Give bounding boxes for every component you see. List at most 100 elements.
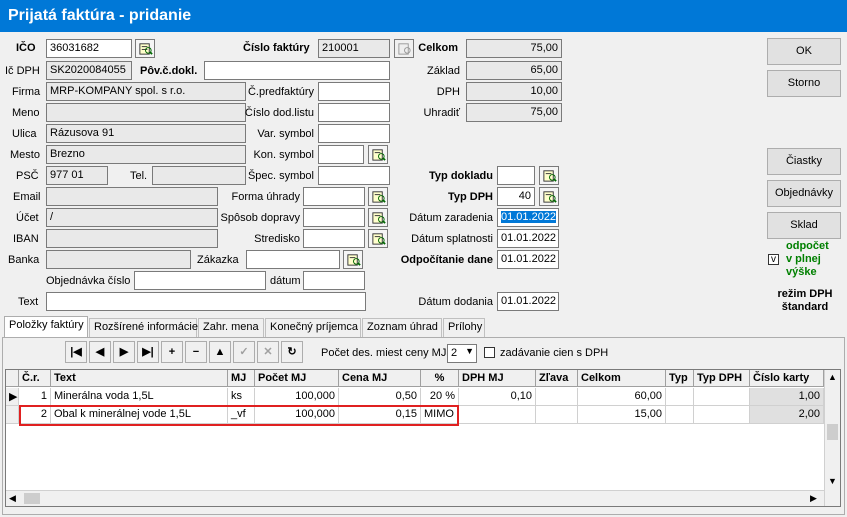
objednavky-button[interactable]: Objednávky bbox=[767, 180, 841, 207]
banka-field[interactable] bbox=[46, 250, 191, 269]
cislo-faktury-field[interactable]: 210001 bbox=[318, 39, 390, 58]
ok-button[interactable]: OK bbox=[767, 38, 841, 65]
table-cell[interactable] bbox=[666, 388, 694, 406]
odpocitanie-field[interactable]: 01.01.2022 bbox=[497, 250, 559, 269]
vertical-scrollbar[interactable]: ▲ ▼ bbox=[824, 370, 840, 506]
psc-field[interactable]: 977 01 bbox=[46, 166, 108, 185]
firma-field[interactable]: MRP-KOMPANY spol. s r.o. bbox=[46, 82, 246, 101]
tab-polozky[interactable]: Položky faktúry bbox=[4, 316, 88, 338]
scroll-thumb[interactable] bbox=[827, 424, 838, 440]
hscroll-thumb[interactable] bbox=[24, 493, 40, 504]
pocet-select[interactable]: 2 ▼ bbox=[447, 344, 477, 363]
post-record-button[interactable]: ✓ bbox=[233, 341, 255, 363]
table-cell[interactable]: 1,00 bbox=[750, 388, 824, 406]
iban-field[interactable] bbox=[46, 229, 218, 248]
zakazka-field[interactable] bbox=[246, 250, 340, 269]
ulica-field[interactable]: Rázusova 91 bbox=[46, 124, 246, 143]
tel-field[interactable] bbox=[152, 166, 246, 185]
table-cell[interactable]: 20 % bbox=[421, 388, 459, 406]
meno-field[interactable] bbox=[46, 103, 246, 122]
email-field[interactable] bbox=[46, 187, 218, 206]
col-header-cena[interactable]: Cena MJ bbox=[339, 370, 421, 387]
table-cell[interactable]: ks bbox=[228, 388, 255, 406]
typdokladu-lookup-button[interactable] bbox=[539, 166, 559, 185]
typdph-lookup-button[interactable] bbox=[539, 187, 559, 206]
prev-record-button[interactable]: ◀ bbox=[89, 341, 111, 363]
col-header-cr[interactable]: Č.r. bbox=[19, 370, 51, 387]
stredisko-lookup-button[interactable] bbox=[368, 229, 388, 248]
formauhrady-lookup-button[interactable] bbox=[368, 187, 388, 206]
datumzaradenia-field[interactable]: 01.01.2022 bbox=[497, 208, 559, 227]
formauhrady-field[interactable] bbox=[303, 187, 365, 206]
col-header-dphmj[interactable]: DPH MJ bbox=[459, 370, 536, 387]
table-cell[interactable]: 1 bbox=[19, 388, 51, 406]
tab-rozsirene[interactable]: Rozšírené informácie bbox=[89, 318, 198, 337]
scroll-down-icon[interactable]: ▼ bbox=[828, 476, 837, 486]
ucet-field[interactable]: / bbox=[46, 208, 218, 227]
icdph-field[interactable]: SK2020084055 bbox=[46, 61, 132, 80]
table-cell[interactable] bbox=[459, 406, 536, 424]
povcdokl-field[interactable] bbox=[204, 61, 390, 80]
scroll-left-icon[interactable]: ◀ bbox=[9, 493, 16, 504]
datumsplatnosti-field[interactable]: 01.01.2022 bbox=[497, 229, 559, 248]
zakazka-lookup-button[interactable] bbox=[343, 250, 363, 269]
col-header-typdph[interactable]: Typ DPH bbox=[694, 370, 750, 387]
col-header-text[interactable]: Text bbox=[51, 370, 228, 387]
tab-prilohy[interactable]: Prílohy bbox=[443, 318, 485, 337]
typdph-field[interactable]: 40 bbox=[497, 187, 535, 206]
scroll-up-icon[interactable]: ▲ bbox=[828, 372, 837, 382]
col-header-pocet[interactable]: Počet MJ bbox=[255, 370, 339, 387]
col-header-typ[interactable]: Typ bbox=[666, 370, 694, 387]
sposobdopravy-field[interactable] bbox=[303, 208, 365, 227]
datum-field[interactable] bbox=[303, 271, 365, 290]
col-header-zlava[interactable]: Zľava bbox=[536, 370, 578, 387]
table-cell[interactable] bbox=[536, 406, 578, 424]
tab-zahr-mena[interactable]: Zahr. mena bbox=[198, 318, 264, 337]
table-cell[interactable] bbox=[694, 388, 750, 406]
col-header-celkom[interactable]: Celkom bbox=[578, 370, 666, 387]
objednavka-field[interactable] bbox=[134, 271, 266, 290]
scroll-right-icon[interactable]: ▶ bbox=[810, 493, 817, 504]
mesto-field[interactable]: Brezno bbox=[46, 145, 246, 164]
specsymbol-field[interactable] bbox=[318, 166, 390, 185]
table-cell[interactable]: 15,00 bbox=[578, 406, 666, 424]
table-cell[interactable]: 0,50 bbox=[339, 388, 421, 406]
edit-record-button[interactable]: ▲ bbox=[209, 341, 231, 363]
table-cell[interactable]: 100,000 bbox=[255, 388, 339, 406]
table-cell[interactable]: 0,10 bbox=[459, 388, 536, 406]
horizontal-scrollbar[interactable]: ◀ ▶ bbox=[6, 490, 824, 506]
delete-record-button[interactable]: − bbox=[185, 341, 207, 363]
table-cell[interactable] bbox=[694, 406, 750, 424]
col-header-cislokarty[interactable]: Číslo karty bbox=[750, 370, 824, 387]
ico-field[interactable]: 36031682 bbox=[46, 39, 132, 58]
add-record-button[interactable]: + bbox=[161, 341, 183, 363]
tab-zoznam-uhrad[interactable]: Zoznam úhrad bbox=[362, 318, 442, 337]
items-table[interactable]: Č.r. Text MJ Počet MJ Cena MJ % DPH MJ Z… bbox=[5, 369, 841, 507]
table-cell[interactable]: 2,00 bbox=[750, 406, 824, 424]
sposobdopravy-lookup-button[interactable] bbox=[368, 208, 388, 227]
predfaktury-field[interactable] bbox=[318, 82, 390, 101]
varsymbol-field[interactable] bbox=[318, 124, 390, 143]
konsymbol-field[interactable] bbox=[318, 145, 364, 164]
typdokladu-field[interactable] bbox=[497, 166, 535, 185]
zadavanie-checkbox[interactable] bbox=[484, 347, 495, 358]
konsymbol-lookup-button[interactable] bbox=[368, 145, 388, 164]
col-header-mj[interactable]: MJ bbox=[228, 370, 255, 387]
table-cell[interactable]: 60,00 bbox=[578, 388, 666, 406]
table-cell[interactable] bbox=[666, 406, 694, 424]
first-record-button[interactable]: |◀ bbox=[65, 341, 87, 363]
odpocet-checkbox[interactable]: v bbox=[768, 254, 779, 265]
datumdodania-field[interactable]: 01.01.2022 bbox=[497, 292, 559, 311]
doddlistu-field[interactable] bbox=[318, 103, 390, 122]
next-record-button[interactable]: ▶ bbox=[113, 341, 135, 363]
last-record-button[interactable]: ▶| bbox=[137, 341, 159, 363]
ico-lookup-button[interactable] bbox=[135, 39, 155, 58]
storno-button[interactable]: Storno bbox=[767, 70, 841, 97]
cancel-record-button[interactable]: ✕ bbox=[257, 341, 279, 363]
sklad-button[interactable]: Sklad bbox=[767, 212, 841, 239]
tab-konecny-prijemca[interactable]: Konečný príjemca bbox=[265, 318, 361, 337]
table-cell[interactable]: Minerálna voda 1,5L bbox=[51, 388, 228, 406]
text-field[interactable] bbox=[46, 292, 366, 311]
table-cell[interactable] bbox=[536, 388, 578, 406]
ciastky-button[interactable]: Čiastky bbox=[767, 148, 841, 175]
